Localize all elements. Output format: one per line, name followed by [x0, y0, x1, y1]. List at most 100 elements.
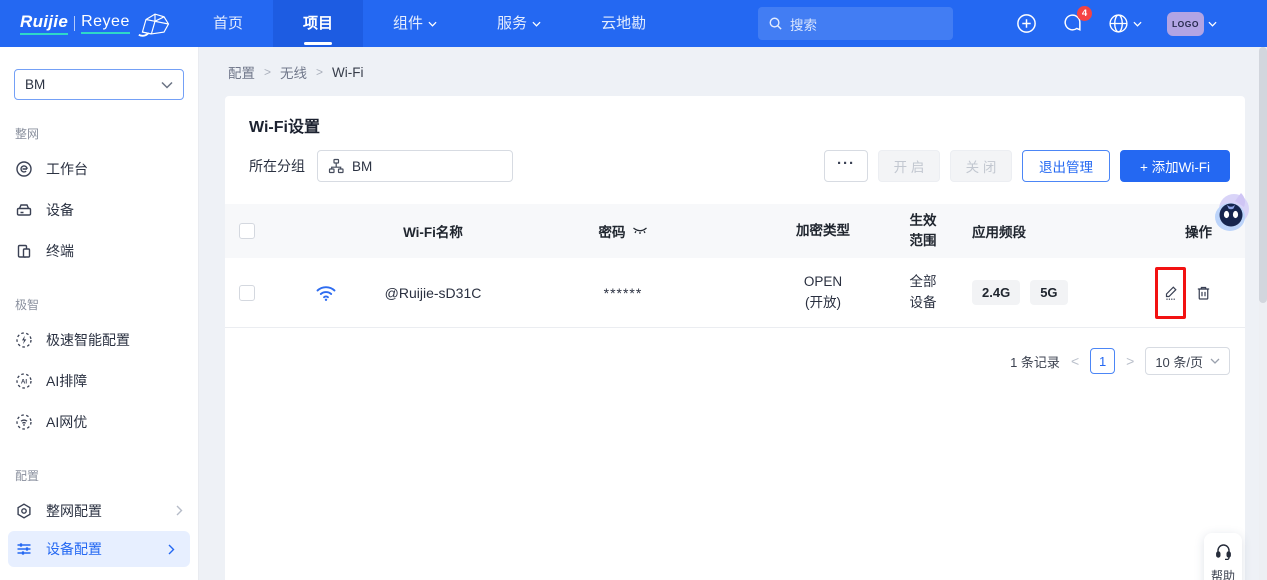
- header-scope: 生效范围: [906, 211, 940, 252]
- network-group-select[interactable]: BM: [14, 69, 184, 100]
- band-tag-2-4g: 2.4G: [972, 280, 1020, 305]
- sidebar-item-clients[interactable]: 终端: [0, 230, 198, 271]
- breadcrumb-wifi: Wi-Fi: [332, 65, 363, 80]
- table-row: @Ruijie-sD31C ****** OPEN (开放) 全部设备 2.4G…: [225, 258, 1245, 328]
- delete-wifi-button[interactable]: [1195, 284, 1212, 302]
- header-password: 密码: [599, 221, 626, 241]
- prev-page-button[interactable]: <: [1069, 353, 1081, 369]
- nav-item-projects[interactable]: 项目: [273, 0, 363, 47]
- plus-circle-icon: [1016, 13, 1037, 34]
- trash-icon: [1195, 284, 1212, 302]
- breadcrumb-config[interactable]: 配置: [228, 62, 255, 82]
- search-placeholder: 搜索: [790, 14, 817, 34]
- sidebar-item-network-config[interactable]: 整网配置: [0, 490, 198, 531]
- brand-reyee-text: Reyee: [81, 13, 130, 34]
- chevron-down-icon: [1210, 358, 1220, 364]
- ai-troubleshoot-icon: AI: [15, 372, 33, 390]
- assistant-mascot[interactable]: [1211, 191, 1253, 239]
- pagination: 1 条记录 < 1 > 10 条/页: [225, 347, 1230, 375]
- add-project-button[interactable]: [1016, 13, 1037, 34]
- group-select-input[interactable]: BM: [317, 150, 513, 182]
- network-group-value: BM: [25, 77, 45, 92]
- sidebar-item-workbench[interactable]: 工作台: [0, 148, 198, 189]
- header-encryption: 加密类型: [758, 221, 888, 241]
- scrollbar-thumb[interactable]: [1259, 47, 1267, 303]
- help-button[interactable]: 帮助: [1204, 533, 1242, 580]
- band-tag-5g: 5G: [1030, 280, 1067, 305]
- sidebar: BM 整网 工作台 设备 终端 极智 极速智能配置 AI AI排障: [0, 47, 199, 580]
- breadcrumb-separator: >: [264, 65, 271, 79]
- page-title: Wi-Fi设置: [225, 96, 1245, 137]
- chevron-right-icon: [168, 544, 175, 555]
- chevron-down-icon: [428, 21, 437, 27]
- workbench-icon: [15, 160, 33, 178]
- wifi-icon: [315, 283, 337, 302]
- group-field-label: 所在分组: [249, 156, 305, 176]
- sidebar-item-devices[interactable]: 设备: [0, 189, 198, 230]
- sidebar-section-network: 整网: [15, 125, 198, 142]
- record-count: 1 条记录: [1010, 352, 1060, 371]
- add-wifi-button[interactable]: + 添加Wi-Fi: [1120, 150, 1230, 182]
- svg-text:AI: AI: [21, 378, 27, 385]
- more-actions-button[interactable]: ···: [824, 150, 868, 182]
- sidebar-item-ai-troubleshooting[interactable]: AI AI排障: [0, 360, 198, 401]
- brand-divider: [74, 16, 75, 31]
- wifi-name-cell: @Ruijie-sD31C: [378, 285, 488, 301]
- next-page-button[interactable]: >: [1124, 353, 1136, 369]
- ai-wifi-optimize-icon: [15, 413, 33, 431]
- main-content: 配置 > 无线 > Wi-Fi Wi-Fi设置 所在分组 BM ··· 开 启 …: [199, 47, 1267, 580]
- sidebar-section-ai: 极智: [15, 296, 198, 313]
- brand-logo: Ruijie Reyee: [0, 10, 175, 38]
- network-config-icon: [15, 502, 33, 520]
- nav-item-home[interactable]: 首页: [183, 0, 273, 47]
- sidebar-item-quick-config[interactable]: 极速智能配置: [0, 319, 198, 360]
- breadcrumb-separator: >: [316, 65, 323, 79]
- encryption-cell: OPEN (开放): [758, 272, 888, 313]
- account-menu[interactable]: LOGO: [1167, 12, 1217, 36]
- quick-config-icon: [15, 331, 33, 349]
- search-icon: [768, 16, 783, 31]
- messages-button[interactable]: 4: [1062, 13, 1083, 34]
- nav-item-services[interactable]: 服务: [467, 0, 571, 47]
- enable-wifi-button[interactable]: 开 启: [878, 150, 940, 182]
- wifi-table: Wi-Fi名称 密码 加密类型 生效范围 应用频段 操作: [225, 204, 1245, 328]
- sidebar-item-device-config[interactable]: 设备配置: [8, 531, 190, 567]
- exit-manage-button[interactable]: 退出管理: [1022, 150, 1110, 182]
- avatar: LOGO: [1167, 12, 1204, 36]
- chevron-down-icon: [161, 81, 173, 89]
- page-size-select[interactable]: 10 条/页: [1145, 347, 1230, 375]
- breadcrumb: 配置 > 无线 > Wi-Fi: [228, 62, 364, 82]
- brand-brain-icon: [137, 10, 173, 38]
- sitemap-icon: [328, 158, 344, 174]
- chevron-down-icon: [1208, 21, 1217, 27]
- wifi-settings-card: Wi-Fi设置 所在分组 BM ··· 开 启 关 闭 退出管理 + 添加Wi-…: [225, 96, 1245, 580]
- breadcrumb-wireless[interactable]: 无线: [280, 62, 307, 82]
- chevron-right-icon: [176, 505, 183, 516]
- scope-cell: 全部设备: [906, 272, 940, 313]
- sidebar-section-config: 配置: [15, 467, 198, 484]
- search-input[interactable]: 搜索: [758, 7, 953, 40]
- row-checkbox[interactable]: [239, 285, 255, 301]
- group-select-value: BM: [352, 159, 372, 174]
- sidebar-item-ai-network-optimization[interactable]: AI网优: [0, 401, 198, 442]
- message-count-badge: 4: [1077, 6, 1092, 21]
- eye-closed-icon[interactable]: [632, 226, 648, 236]
- nav-item-cloud-survey[interactable]: 云地勘: [571, 0, 676, 47]
- client-terminal-icon: [15, 242, 33, 260]
- device-config-icon: [15, 540, 33, 558]
- page-number-button[interactable]: 1: [1090, 348, 1115, 374]
- edit-wifi-button[interactable]: [1163, 284, 1179, 302]
- select-all-checkbox[interactable]: [239, 223, 255, 239]
- scrollbar-track[interactable]: [1259, 47, 1267, 580]
- table-header-row: Wi-Fi名称 密码 加密类型 生效范围 应用频段 操作: [225, 204, 1245, 258]
- brand-ruijie-text: Ruijie: [20, 12, 68, 35]
- device-icon: [15, 201, 33, 219]
- chevron-down-icon: [1133, 21, 1142, 27]
- language-selector[interactable]: [1108, 13, 1142, 34]
- password-cell: ******: [604, 285, 643, 301]
- main-nav: 首页 项目 组件 服务 云地勘: [183, 0, 676, 47]
- chevron-down-icon: [532, 21, 541, 27]
- nav-item-components[interactable]: 组件: [363, 0, 467, 47]
- disable-wifi-button[interactable]: 关 闭: [950, 150, 1012, 182]
- edit-pencil-icon: [1163, 284, 1179, 302]
